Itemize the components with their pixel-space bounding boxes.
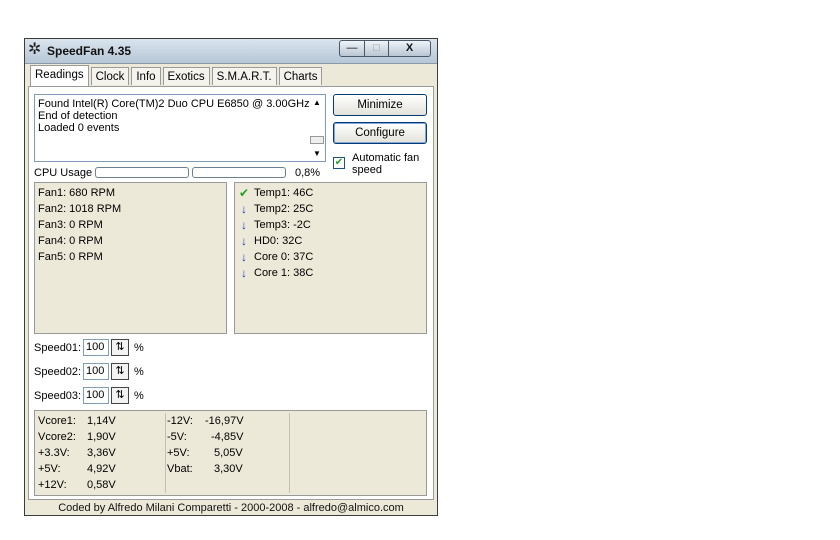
fans-list: Fan1: 680 RPM Fan2: 1018 RPM Fan3: 0 RPM…: [34, 182, 227, 334]
window-controls: — □ X: [339, 40, 431, 58]
tab-info[interactable]: Info: [131, 67, 161, 85]
temperatures-list: ✔ Temp1: 46C ↓ Temp2: 25C ↓ Temp3: -2C ↓…: [234, 182, 427, 334]
arrow-down-icon: ↓: [241, 234, 247, 248]
percent-label: %: [134, 390, 144, 402]
window-minimize-button[interactable]: —: [339, 40, 365, 57]
tab-smart[interactable]: S.M.A.R.T.: [211, 67, 277, 85]
voltage-value: -16,97V: [205, 415, 244, 427]
voltage-value: -4,85V: [211, 431, 244, 443]
speedfan-app-icon: ✲: [28, 41, 42, 58]
temp-reading: Core 1: 38C: [254, 267, 314, 279]
voltage-label: -12V:: [167, 415, 193, 427]
arrow-down-icon: ↓: [241, 266, 247, 280]
tab-charts[interactable]: Charts: [278, 67, 323, 85]
tab-bar: Readings Clock Info Exotics S.M.A.R.T. C…: [30, 65, 324, 87]
minimize-button[interactable]: Minimize: [333, 94, 427, 116]
tab-readings[interactable]: Readings: [30, 65, 89, 86]
tab-exotics[interactable]: Exotics: [162, 67, 210, 85]
voltage-label: Vbat:: [167, 463, 193, 475]
voltages-panel: Vcore1: 1,14V Vcore2: 1,90V +3.3V: 3,36V…: [34, 410, 427, 496]
voltage-value: 5,05V: [214, 447, 243, 459]
detection-log[interactable]: Found Intel(R) Core(TM)2 Duo CPU E6850 @…: [34, 94, 326, 162]
tab-clock[interactable]: Clock: [90, 67, 130, 85]
temp-reading: Temp2: 25C: [254, 203, 314, 215]
title-bar[interactable]: ✲ SpeedFan 4.35 — □ X: [25, 39, 437, 64]
voltage-label: +5V:: [38, 463, 61, 475]
speed03-label: Speed03:: [34, 390, 82, 402]
voltage-label: Vcore1:: [38, 415, 76, 427]
divider: [289, 413, 290, 493]
speed03-input[interactable]: 100: [83, 387, 109, 404]
voltage-value: 1,14V: [87, 415, 116, 427]
scroll-thumb[interactable]: [310, 136, 324, 144]
temp-reading: Temp1: 46C: [254, 187, 314, 199]
cpu-usage-value: 0,8%: [295, 167, 321, 179]
cpu-usage-bar-2: [192, 167, 286, 178]
checkmark-icon: ✔: [334, 157, 344, 168]
temp-reading: Core 0: 37C: [254, 251, 314, 263]
voltage-value: 3,30V: [214, 463, 243, 475]
window-close-button[interactable]: X: [389, 40, 431, 57]
speed03-spinner-icon[interactable]: ⇅: [111, 387, 129, 404]
temp-reading: Temp3: -2C: [254, 219, 311, 231]
voltage-value: 0,58V: [87, 479, 116, 491]
voltage-label: -5V:: [167, 431, 187, 443]
automatic-fan-speed-label: Automatic fan speed: [352, 152, 420, 176]
speed02-label: Speed02:: [34, 366, 82, 378]
arrow-down-icon: ↓: [241, 250, 247, 264]
speed01-spinner-icon[interactable]: ⇅: [111, 339, 129, 356]
log-scrollbar[interactable]: ▲ ▼: [309, 95, 325, 161]
speed02-spinner-icon[interactable]: ⇅: [111, 363, 129, 380]
arrow-down-icon: ↓: [241, 218, 247, 232]
voltage-value: 3,36V: [87, 447, 116, 459]
scroll-up-icon[interactable]: ▲: [313, 99, 321, 107]
log-line: Found Intel(R) Core(TM)2 Duo CPU E6850 @…: [38, 98, 310, 110]
window-title: SpeedFan 4.35: [47, 44, 132, 58]
credits-footer: Coded by Alfredo Milani Comparetti - 200…: [58, 502, 404, 514]
speed01-label: Speed01:: [34, 342, 82, 354]
speed01-input[interactable]: 100: [83, 339, 109, 356]
voltage-label: +5V:: [167, 447, 190, 459]
cpu-usage-label: CPU Usage: [34, 167, 93, 179]
arrow-down-icon: ↓: [241, 202, 247, 216]
fan-reading: Fan5: 0 RPM: [38, 251, 103, 263]
speed02-input[interactable]: 100: [83, 363, 109, 380]
voltage-label: Vcore2:: [38, 431, 76, 443]
voltage-value: 4,92V: [87, 463, 116, 475]
fan-reading: Fan3: 0 RPM: [38, 219, 103, 231]
fan-reading: Fan1: 680 RPM: [38, 187, 116, 199]
window-maximize-button[interactable]: □: [365, 40, 389, 57]
configure-button[interactable]: Configure: [333, 122, 427, 144]
log-line: End of detection: [38, 110, 118, 122]
voltage-label: +12V:: [38, 479, 67, 491]
speedfan-window: ✲ SpeedFan 4.35 — □ X Readings Clock Inf…: [24, 38, 438, 516]
scroll-down-icon[interactable]: ▼: [313, 150, 321, 158]
voltage-label: +3.3V:: [38, 447, 70, 459]
automatic-fan-speed-checkbox[interactable]: ✔: [333, 157, 345, 169]
divider: [165, 413, 166, 493]
cpu-usage-bar-1: [95, 167, 189, 178]
temp-reading: HD0: 32C: [254, 235, 303, 247]
percent-label: %: [134, 366, 144, 378]
fan-reading: Fan2: 1018 RPM: [38, 203, 122, 215]
log-line: Loaded 0 events: [38, 122, 120, 134]
voltage-value: 1,90V: [87, 431, 116, 443]
check-icon: ✔: [239, 186, 250, 200]
fan-reading: Fan4: 0 RPM: [38, 235, 103, 247]
percent-label: %: [134, 342, 144, 354]
